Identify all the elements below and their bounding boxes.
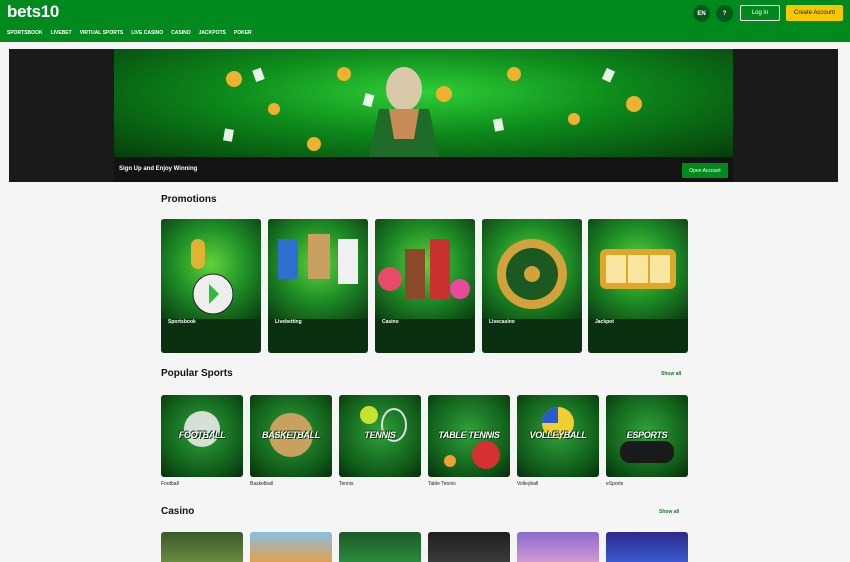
sport-label-esports[interactable]: eSports <box>606 481 623 487</box>
banner-text: Sign Up and Enjoy Winning <box>119 166 198 172</box>
promo-image <box>161 219 261 319</box>
top-header: bets10 EN ? Log in Create Account SPORTS… <box>0 0 850 42</box>
sport-tile-title: FOOTBALL <box>178 430 226 440</box>
promotions-title: Promotions <box>161 194 217 205</box>
banner-side-left <box>9 49 114 182</box>
nav-item-virtual-sports[interactable]: VIRTUAL SPORTS <box>80 30 124 36</box>
sport-label-tennis[interactable]: Tennis <box>339 481 353 487</box>
nav-item-jackpots[interactable]: JACKPOTS <box>199 30 226 36</box>
sport-tile-title: VOLLEYBALL <box>529 430 587 440</box>
promo-card-casino[interactable]: Casino <box>375 219 475 353</box>
casino-game-tile[interactable] <box>517 532 599 562</box>
casino-title: Casino <box>161 506 195 517</box>
sport-tile-title: TABLE TENNIS <box>438 430 500 440</box>
casino-game-tile[interactable] <box>250 532 332 562</box>
nav-item-casino[interactable]: CASINO <box>171 30 190 36</box>
casino-game-tile[interactable] <box>339 532 421 562</box>
banner-side-right <box>733 49 838 182</box>
promo-label: Sportsbook <box>168 319 196 325</box>
sport-label-volleyball[interactable]: Volleyball <box>517 481 538 487</box>
popular-sports-title: Popular Sports <box>161 368 233 379</box>
show-all-sports-link[interactable]: Show all <box>661 371 681 377</box>
promo-label: Jackpot <box>595 319 614 325</box>
promo-card-jackpot[interactable]: Jackpot <box>588 219 688 353</box>
show-all-casino-link[interactable]: Show all <box>659 509 679 515</box>
nav-item-live-casino[interactable]: LIVE CASINO <box>131 30 163 36</box>
promo-label: Livebetting <box>275 319 302 325</box>
login-button[interactable]: Log in <box>740 5 780 21</box>
sport-label-table-tennis[interactable]: Table Tennis <box>428 481 456 487</box>
promo-card-livebetting[interactable]: Livebetting <box>268 219 368 353</box>
promo-card-sportsbook[interactable]: Sportsbook <box>161 219 261 353</box>
promo-image <box>268 219 368 319</box>
promo-image <box>482 219 582 319</box>
main-nav: SPORTSBOOK LIVEBET VIRTUAL SPORTS LIVE C… <box>7 30 252 36</box>
sport-label-football[interactable]: Football <box>161 481 179 487</box>
promo-image <box>588 219 688 319</box>
logo[interactable]: bets10 <box>7 2 59 22</box>
create-account-button[interactable]: Create Account <box>786 5 843 21</box>
promo-card-livecasino[interactable]: Livecasino <box>482 219 582 353</box>
promo-label: Casino <box>382 319 399 325</box>
sport-label-basketball[interactable]: Basketball <box>250 481 273 487</box>
sport-tile-title: BASKETBALL <box>262 430 320 440</box>
sport-tile-football[interactable]: FOOTBALL <box>161 395 243 477</box>
sport-tile-volleyball[interactable]: VOLLEYBALL <box>517 395 599 477</box>
banner-image <box>114 49 733 157</box>
sport-tile-title: ESPORTS <box>626 430 668 440</box>
nav-item-sportsbook[interactable]: SPORTSBOOK <box>7 30 43 36</box>
banner-caption-bar <box>114 157 733 182</box>
casino-game-tile[interactable] <box>161 532 243 562</box>
sport-tile-tennis[interactable]: TENNIS <box>339 395 421 477</box>
sport-tile-esports[interactable]: ESPORTS <box>606 395 688 477</box>
promo-label: Livecasino <box>489 319 515 325</box>
hero-banner[interactable]: Sign Up and Enjoy Winning Open Account <box>9 49 838 182</box>
casino-game-tile[interactable] <box>606 532 688 562</box>
nav-item-poker[interactable]: POKER <box>234 30 252 36</box>
open-account-button[interactable]: Open Account <box>682 163 728 178</box>
language-button[interactable]: EN <box>693 5 710 22</box>
sport-tile-basketball[interactable]: BASKETBALL <box>250 395 332 477</box>
promo-image <box>375 219 475 319</box>
sport-tile-table-tennis[interactable]: TABLE TENNIS <box>428 395 510 477</box>
help-icon[interactable]: ? <box>716 5 733 22</box>
nav-item-livebet[interactable]: LIVEBET <box>51 30 72 36</box>
casino-game-tile[interactable] <box>428 532 510 562</box>
zeus-figure <box>369 67 439 157</box>
sport-tile-title: TENNIS <box>364 430 396 440</box>
